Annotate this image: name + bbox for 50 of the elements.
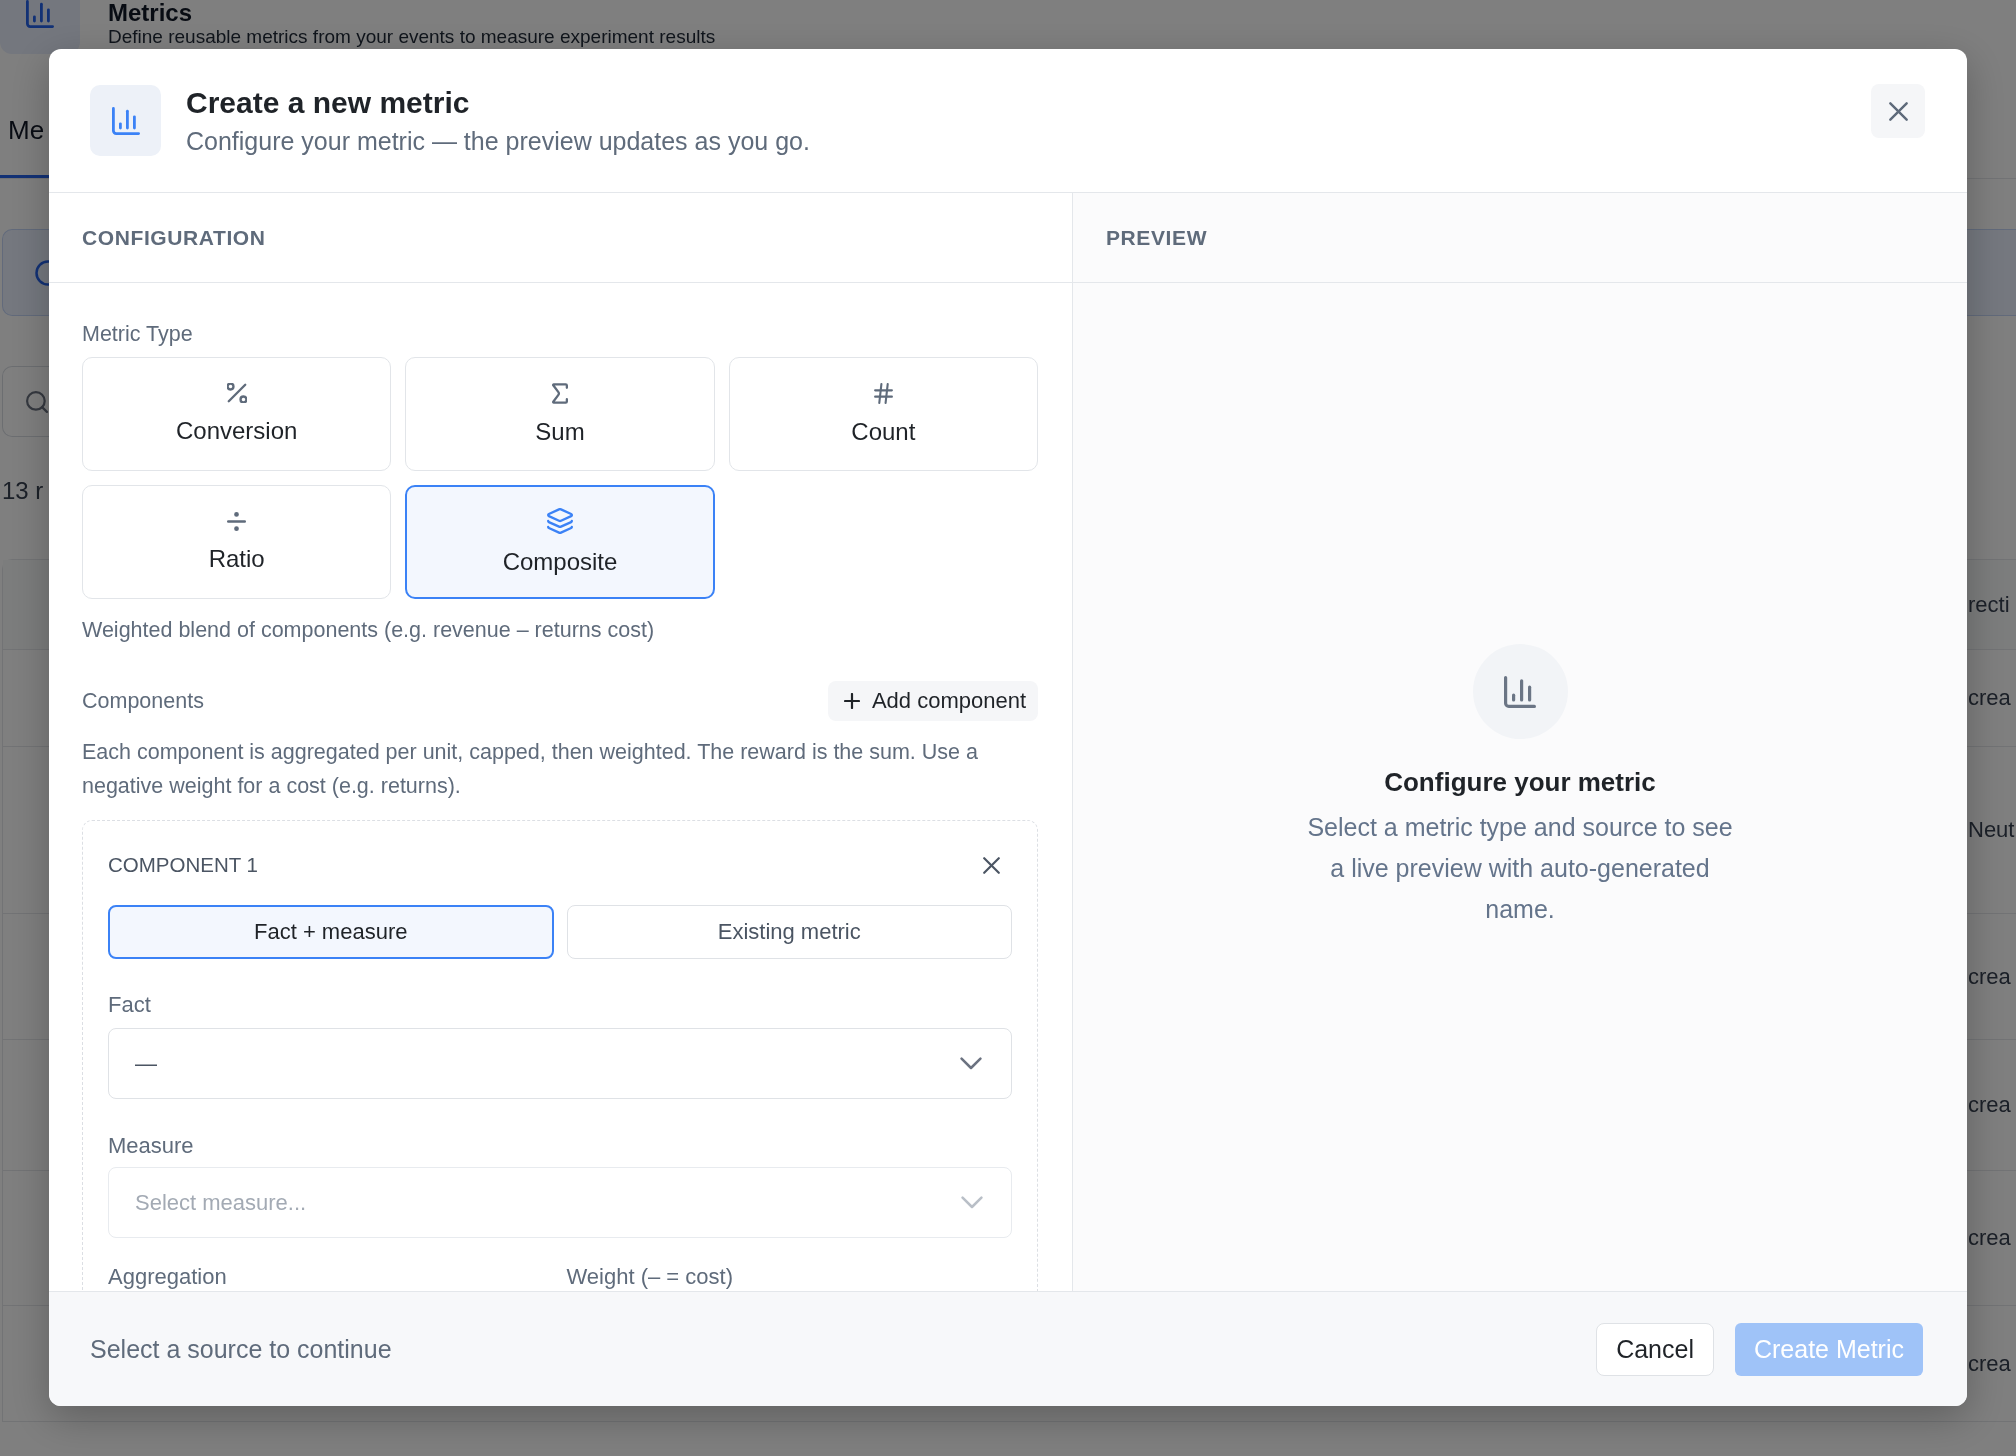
source-toggle[interactable]: Existing metric: [566, 905, 1012, 959]
metric-type-option[interactable]: Sum: [405, 357, 715, 471]
table-text: crea: [1968, 1091, 2012, 1119]
search-icon: [26, 390, 48, 413]
close-icon[interactable]: [983, 856, 1000, 874]
field-label: Measure: [108, 1133, 195, 1159]
table-text: crea: [1968, 1224, 2012, 1252]
result-count: 13 r: [2, 476, 44, 506]
column-header-text: recti: [1968, 590, 2011, 619]
metric-type-option[interactable]: Count: [728, 357, 1038, 471]
divide-icon: [227, 511, 247, 531]
table-text: crea: [1968, 962, 2012, 991]
table-text: Neut: [1968, 816, 2016, 844]
field-label: Metric Type: [82, 321, 194, 347]
metric-type-option[interactable]: Composite: [405, 485, 715, 599]
chevron-down-icon: [961, 1196, 983, 1209]
dialog-subtitle: Configure your metric — the preview updates as you go.: [186, 125, 810, 156]
close-button[interactable]: [1871, 84, 1925, 138]
section-heading: PREVIEW: [1106, 225, 1208, 250]
dialog-title: Create a new metric: [186, 85, 471, 120]
sigma-icon: [552, 382, 568, 404]
layers-icon: [547, 508, 573, 534]
chevron-down-icon: [960, 1057, 982, 1070]
cancel-button[interactable]: Cancel: [1596, 1322, 1714, 1376]
section-heading: CONFIGURATION: [82, 225, 266, 250]
chart-icon: [90, 85, 161, 156]
fact-select[interactable]: —: [108, 1028, 1012, 1099]
status-text: Select a source to continue: [90, 1334, 392, 1364]
field-label: Fact: [108, 992, 152, 1018]
empty-state-text: Select a metric type and source to see a live preview with auto-generated name.: [1306, 812, 1734, 925]
metric-type-option[interactable]: Conversion: [82, 357, 392, 471]
page-subtitle: Define reusable metrics from your events to measure experiment results: [108, 26, 716, 48]
component-title: COMPONENT 1: [108, 853, 258, 877]
field-label: Aggregation: [108, 1264, 228, 1290]
help-text: Each component is aggregated per unit, capped, then weighted. The reward is the sum. Use a negative weight for a cost (e.g. returns).: [82, 739, 979, 800]
source-toggle[interactable]: Fact + measure: [108, 905, 554, 959]
type-description: Weighted blend of components (e.g. revenue – returns cost): [82, 617, 656, 643]
empty-state-title: Configure your metric: [1384, 767, 1656, 797]
plus-icon: [843, 693, 860, 709]
hash-icon: [873, 382, 893, 404]
metric-type-option[interactable]: Ratio: [82, 485, 392, 599]
field-label: Weight (– = cost): [566, 1264, 734, 1290]
close-icon: [1888, 101, 1908, 121]
table-text: crea: [1968, 684, 2012, 712]
field-label: Components: [82, 688, 204, 714]
page-title: Metrics: [108, 0, 193, 26]
add-component-button[interactable]: Add component: [827, 681, 1038, 721]
ring-icon: [35, 259, 49, 286]
percent-icon: [226, 383, 247, 403]
table-text: crea: [1968, 1349, 2012, 1378]
